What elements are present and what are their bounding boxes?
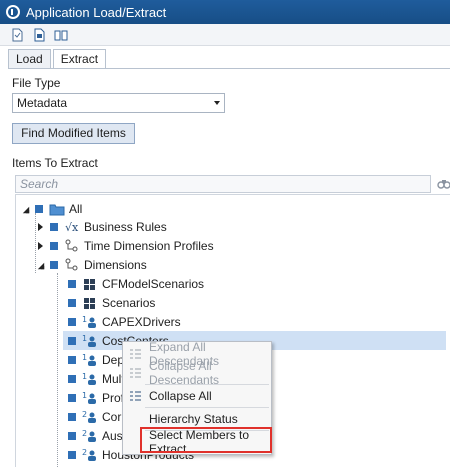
svg-text:2: 2 — [82, 448, 87, 457]
level-two-member-icon: 2 — [82, 429, 96, 442]
tree-checkbox[interactable] — [50, 241, 58, 250]
file-type-value: Metadata — [17, 96, 68, 110]
items-to-extract-label: Items To Extract — [12, 156, 98, 170]
tree-checkbox[interactable] — [50, 260, 58, 269]
hierarchy-icon — [65, 258, 78, 270]
tree-row-all[interactable]: All — [21, 199, 82, 218]
svg-text:1: 1 — [82, 353, 87, 362]
level-one-member-icon: 1 — [82, 315, 96, 328]
find-modified-items-button[interactable]: Find Modified Items — [12, 123, 135, 144]
tab-strip: Load Extract — [8, 49, 108, 69]
file-type-select[interactable]: Metadata — [12, 93, 225, 113]
tree-checkbox[interactable] — [68, 393, 76, 402]
menu-item-collapse-all-descendants[interactable]: Collapse All Descendants — [123, 359, 271, 387]
tree-row-label: CAPEXDrivers — [102, 314, 181, 329]
tree-row-label: Dimensions — [84, 257, 147, 272]
tree-checkbox[interactable] — [68, 450, 76, 459]
folder-icon — [49, 204, 65, 215]
tree-checkbox[interactable] — [68, 298, 76, 307]
svg-text:1: 1 — [82, 372, 87, 381]
tree-row-dimensions[interactable]: Dimensions — [36, 255, 147, 274]
search-input[interactable]: Search — [15, 175, 431, 193]
tree-row-time-dimension-profiles[interactable]: Time Dimension Profiles — [36, 236, 214, 255]
tree-checkbox[interactable] — [68, 412, 76, 421]
tree-row-scenarios[interactable]: Scenarios — [68, 293, 155, 312]
collapse-arrow-icon[interactable] — [21, 204, 31, 214]
tree-checkbox[interactable] — [68, 279, 76, 288]
tree-row-business-rules[interactable]: √x Business Rules — [36, 217, 167, 236]
cube-icon — [84, 278, 95, 290]
collapse-all-icon — [130, 391, 141, 401]
chevron-down-icon — [214, 101, 220, 105]
menu-item-collapse-all[interactable]: Collapse All — [123, 385, 271, 407]
svg-text:1: 1 — [82, 315, 87, 324]
tree-row-label: Scenarios — [102, 295, 156, 310]
level-one-member-icon: 1 — [82, 353, 96, 366]
tree-row-cfmodelscenarios[interactable]: CFModelScenarios — [68, 274, 204, 293]
tree-row-label: CFModelScenarios — [102, 276, 205, 291]
expand-arrow-icon[interactable] — [36, 222, 46, 232]
level-one-member-icon: 1 — [82, 372, 96, 385]
tree-row-label: Business Rules — [84, 219, 167, 234]
search-binoculars-icon[interactable] — [437, 176, 450, 190]
tree-checkbox[interactable] — [68, 336, 76, 345]
svg-text:1: 1 — [82, 334, 87, 343]
level-two-member-icon: 2 — [82, 410, 96, 423]
expand-all-icon — [130, 349, 141, 359]
extract-file-icon[interactable] — [32, 28, 46, 42]
collapse-arrow-icon[interactable] — [36, 260, 46, 270]
tree-checkbox[interactable] — [68, 317, 76, 326]
toolbar — [0, 24, 450, 46]
tree-row-label: Time Dimension Profiles — [84, 238, 214, 253]
svg-text:2: 2 — [82, 410, 87, 419]
tree-row-capexdrivers[interactable]: 1 CAPEXDrivers — [68, 312, 181, 331]
hierarchy-icon — [65, 239, 78, 251]
tree-checkbox[interactable] — [68, 355, 76, 364]
expand-arrow-icon[interactable] — [36, 241, 46, 251]
menu-item-label: Collapse All Descendants — [149, 359, 220, 387]
tab-divider — [8, 68, 450, 69]
svg-text:2: 2 — [82, 429, 87, 438]
level-two-member-icon: 2 — [82, 448, 96, 461]
collapse-all-icon — [130, 368, 141, 378]
menu-item-label: Hierarchy Status — [149, 412, 238, 426]
title-bar: Application Load/Extract — [0, 0, 450, 24]
tree-checkbox[interactable] — [50, 222, 58, 231]
tab-load[interactable]: Load — [8, 49, 51, 69]
tree-checkbox[interactable] — [68, 374, 76, 383]
formula-icon: √x — [65, 221, 79, 234]
help-book-icon[interactable] — [54, 28, 68, 42]
load-file-icon[interactable] — [10, 28, 24, 42]
svg-text:1: 1 — [82, 391, 87, 400]
tree-guide-line — [57, 273, 58, 467]
cube-icon — [84, 297, 95, 309]
window-title: Application Load/Extract — [26, 4, 167, 20]
level-one-member-icon: 1 — [82, 334, 96, 347]
tree-row-label: All — [69, 201, 83, 216]
menu-item-label: Collapse All — [149, 389, 212, 403]
svg-text:√x: √x — [65, 221, 79, 234]
level-one-member-icon: 1 — [82, 391, 96, 404]
highlight-box — [140, 427, 272, 453]
file-type-label: File Type — [12, 76, 61, 90]
tab-extract[interactable]: Extract — [52, 49, 107, 69]
app-logo-icon — [6, 5, 20, 19]
tree-checkbox[interactable] — [35, 204, 43, 213]
tree-checkbox[interactable] — [68, 431, 76, 440]
